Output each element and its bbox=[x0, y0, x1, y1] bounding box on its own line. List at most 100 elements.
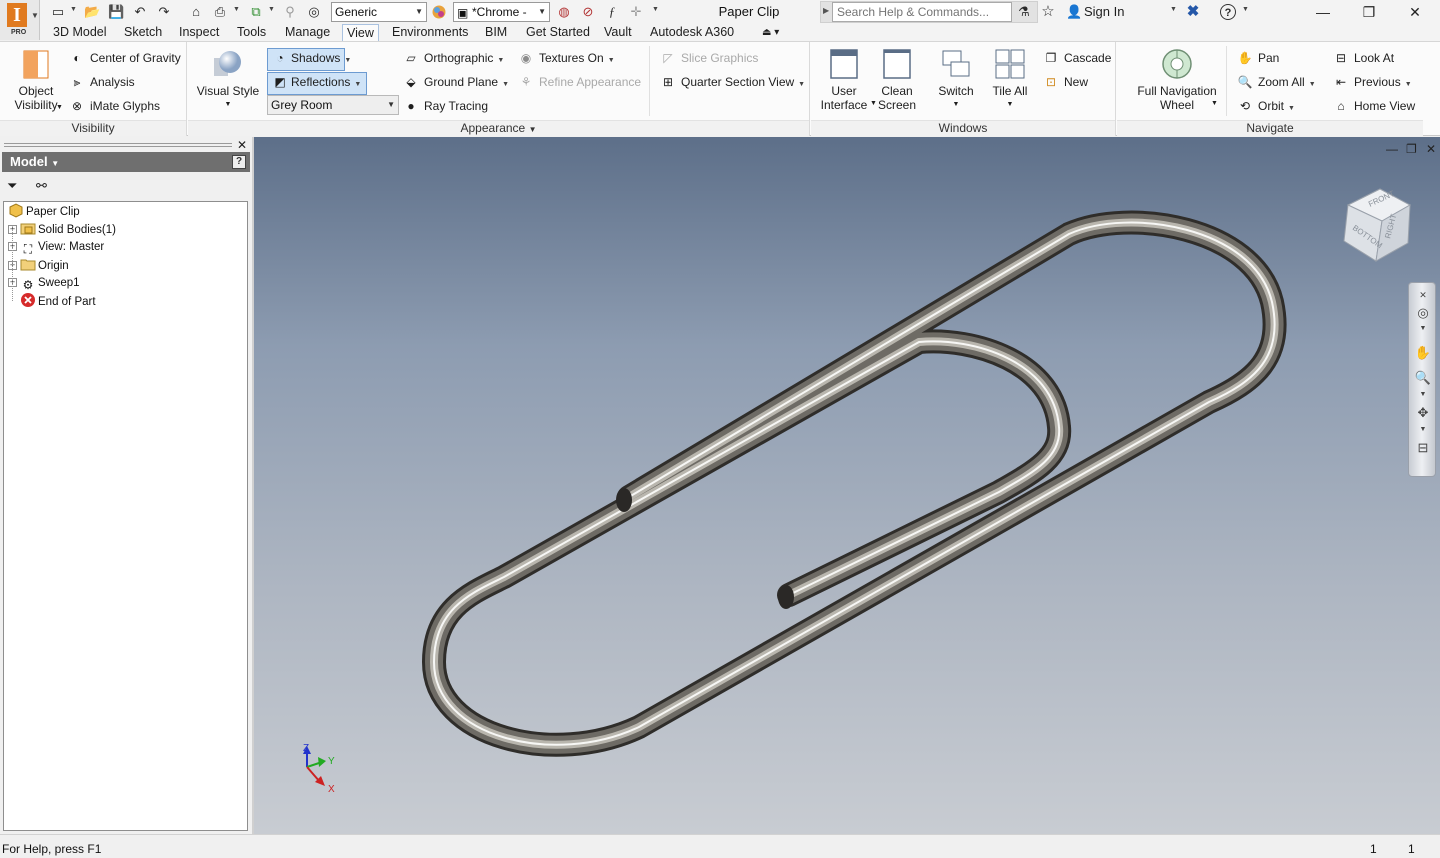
tree-node-sweep1[interactable]: + ⚙ Sweep1 bbox=[8, 274, 80, 292]
update-icon[interactable]: ⧉ bbox=[248, 4, 264, 20]
zoom-all-button[interactable]: 🔍 Zoom All ▼ bbox=[1237, 74, 1316, 93]
textures-on-button[interactable]: ◉ Textures On ▼ bbox=[518, 50, 615, 69]
tile-all-button[interactable]: Tile All ▼ bbox=[985, 48, 1035, 112]
reflections-toggle[interactable]: ◩ Reflections ▼ bbox=[267, 72, 367, 95]
search-binoculars-icon[interactable]: ⚗ bbox=[1016, 4, 1032, 20]
appearance-panel-title[interactable]: Appearance ▼ bbox=[188, 120, 809, 136]
refine-appearance-button[interactable]: ⚘ Refine Appearance bbox=[518, 74, 641, 90]
chevron-down-icon[interactable]: ▼ bbox=[1413, 385, 1433, 405]
previous-view-button[interactable]: ⇤ Previous ▼ bbox=[1333, 74, 1412, 93]
restore-icon[interactable]: ❐ bbox=[1346, 0, 1392, 24]
chevron-down-icon[interactable]: ▼ bbox=[652, 6, 659, 13]
chevron-down-icon[interactable]: ▼ bbox=[233, 6, 240, 13]
favorites-star-icon[interactable]: ☆ bbox=[1040, 4, 1056, 20]
tab-3d-model[interactable]: 3D Model bbox=[51, 24, 109, 42]
ribbon-minimize-icon[interactable]: ⏏ ▾ bbox=[760, 24, 781, 42]
graphics-viewport[interactable]: — ❐ ✕ FRONT RIGHT BOTTOM ✕ ◎ ▼ ✋ 🔍 ▼ ✥ ▼… bbox=[252, 137, 1440, 834]
help-icon[interactable]: ? bbox=[1220, 4, 1236, 20]
application-menu-button[interactable]: I PRO ▼ bbox=[0, 0, 40, 40]
chevron-down-icon[interactable]: ▼ bbox=[1170, 6, 1177, 13]
tab-view[interactable]: View bbox=[342, 24, 379, 42]
switch-button[interactable]: Switch ▼ bbox=[931, 48, 981, 112]
minimize-icon[interactable]: — bbox=[1300, 0, 1346, 24]
exchange-apps-icon[interactable]: ✖ bbox=[1185, 4, 1201, 20]
visual-style-button[interactable]: Visual Style ▼ bbox=[194, 48, 262, 112]
center-of-gravity-button[interactable]: ◐ Center of Gravity bbox=[69, 50, 180, 66]
chevron-down-icon[interactable]: ▼ bbox=[1413, 420, 1433, 440]
tree-node-paper-clip[interactable]: Paper Clip bbox=[8, 202, 80, 220]
orthographic-button[interactable]: ▱ Orthographic ▼ bbox=[403, 50, 504, 69]
appearance-dropdown[interactable]: ▣ *Chrome - ▼ bbox=[453, 2, 550, 22]
appearance-swatch-icon: ▣ bbox=[457, 6, 469, 20]
pan-hand-icon[interactable]: ✋ bbox=[1413, 343, 1433, 363]
browser-header[interactable]: Model ▼ ? bbox=[2, 152, 250, 172]
clear-appearance-icon[interactable]: ⊘ bbox=[580, 4, 596, 20]
ground-plane-button[interactable]: ⬙ Ground Plane ▼ bbox=[403, 74, 509, 93]
chevron-down-icon[interactable]: ▼ bbox=[70, 6, 77, 13]
paper-clip-model[interactable] bbox=[254, 137, 1440, 834]
orbit-button[interactable]: ⟲ Orbit ▼ bbox=[1237, 98, 1295, 117]
home-view-button[interactable]: ⌂ Home View bbox=[1333, 98, 1415, 114]
look-at-icon[interactable]: ⊟ bbox=[1413, 438, 1433, 458]
tree-node-end-of-part[interactable]: End of Part bbox=[8, 292, 96, 310]
slice-graphics-label: Slice Graphics bbox=[681, 51, 759, 65]
slice-graphics-button[interactable]: ◸ Slice Graphics bbox=[660, 50, 758, 66]
browser-grip[interactable] bbox=[4, 143, 232, 147]
close-icon[interactable]: ✕ bbox=[1392, 0, 1438, 24]
shadows-toggle[interactable]: ◔ Shadows ▼ bbox=[267, 48, 351, 71]
help-icon[interactable]: ? bbox=[232, 155, 246, 169]
tab-inspect[interactable]: Inspect bbox=[177, 24, 221, 42]
color-override-icon[interactable]: ◎ bbox=[306, 4, 322, 20]
tree-node-solid-bodies[interactable]: + Solid Bodies(1) bbox=[8, 220, 116, 238]
user-interface-button[interactable]: User Interface bbox=[819, 48, 869, 112]
tab-get-started[interactable]: Get Started bbox=[524, 24, 592, 42]
viewcube[interactable]: FRONT RIGHT BOTTOM bbox=[1340, 185, 1414, 265]
undo-icon[interactable]: ↶ bbox=[132, 4, 148, 20]
chevron-down-icon[interactable]: ▼ bbox=[1242, 6, 1249, 13]
quarter-section-view-button[interactable]: ⊞ Quarter Section View ▼ bbox=[660, 74, 805, 93]
tab-autodesk-a360[interactable]: Autodesk A360 bbox=[648, 24, 736, 42]
select-priority-icon[interactable]: ⚲ bbox=[282, 4, 298, 20]
chevron-down-icon[interactable]: ▼ bbox=[56, 100, 63, 116]
lighting-style-dropdown[interactable]: Grey Room ▼ bbox=[267, 95, 399, 115]
print-icon[interactable]: ⎙ bbox=[212, 4, 228, 20]
orbit-icon: ⟲ bbox=[1239, 99, 1251, 113]
chevron-down-icon[interactable]: ▼ bbox=[268, 6, 275, 13]
chevron-right-icon[interactable]: ▶ bbox=[823, 6, 829, 15]
search-input[interactable] bbox=[832, 2, 1012, 22]
tab-manage[interactable]: Manage bbox=[283, 24, 332, 42]
sign-in-button[interactable]: 👤 Sign In bbox=[1066, 4, 1124, 19]
tab-tools[interactable]: Tools bbox=[235, 24, 268, 42]
open-folder-icon[interactable]: 📂 bbox=[84, 4, 100, 20]
new-file-icon[interactable]: ▭ bbox=[50, 4, 66, 20]
close-icon[interactable]: ✕ bbox=[237, 138, 247, 152]
tab-environments[interactable]: Environments bbox=[390, 24, 470, 42]
tab-bim[interactable]: BIM bbox=[483, 24, 509, 42]
filter-icon[interactable]: ⏷ bbox=[7, 178, 17, 194]
pan-button[interactable]: ✋ Pan bbox=[1237, 50, 1280, 66]
ray-tracing-button[interactable]: ● Ray Tracing bbox=[403, 98, 488, 114]
save-icon[interactable]: 💾 bbox=[108, 4, 124, 20]
cascade-button[interactable]: ❐ Cascade bbox=[1043, 50, 1112, 66]
analysis-button[interactable]: ⫸ Analysis bbox=[69, 74, 135, 90]
fx-parameters-icon[interactable]: ƒ bbox=[604, 4, 620, 20]
material-dropdown[interactable]: Generic ▼ bbox=[331, 2, 427, 22]
tab-vault[interactable]: Vault bbox=[602, 24, 634, 42]
tree-node-origin[interactable]: + Origin bbox=[8, 256, 69, 274]
slice-graphics-icon: ◸ bbox=[663, 51, 673, 65]
clean-screen-button[interactable]: Clean Screen bbox=[875, 48, 919, 112]
home-icon[interactable]: ⌂ bbox=[188, 4, 204, 20]
look-at-button[interactable]: ⊟ Look At bbox=[1333, 50, 1394, 66]
tile-all-label: Tile All bbox=[992, 84, 1028, 98]
tree-node-view-master[interactable]: + ⛶ View: Master bbox=[8, 238, 104, 256]
navbar-close-icon[interactable]: ✕ bbox=[1413, 285, 1433, 305]
tab-sketch[interactable]: Sketch bbox=[122, 24, 164, 42]
chevron-down-icon[interactable]: ▼ bbox=[1211, 96, 1218, 112]
new-window-button[interactable]: ⊡ New bbox=[1043, 74, 1088, 90]
create-component-icon[interactable]: ✛ bbox=[628, 4, 644, 20]
chevron-down-icon[interactable]: ▼ bbox=[1413, 319, 1433, 339]
imate-glyphs-button[interactable]: ⊗ iMate Glyphs bbox=[69, 98, 160, 114]
adjust-appearance-icon[interactable]: ◍ bbox=[556, 4, 572, 20]
redo-icon[interactable]: ↷ bbox=[156, 4, 172, 20]
binoculars-search-icon[interactable]: ⚯ bbox=[36, 178, 47, 194]
